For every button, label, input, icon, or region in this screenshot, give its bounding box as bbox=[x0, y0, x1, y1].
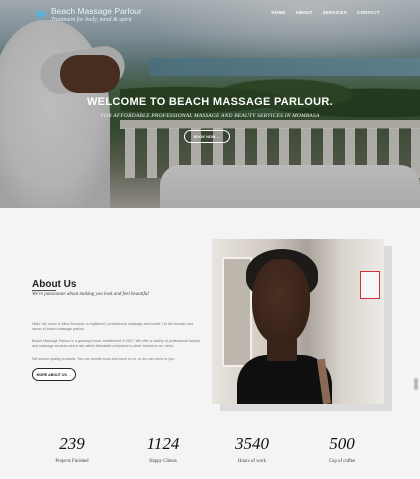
stat-label: Projects Finished bbox=[55, 459, 89, 464]
book-now-button[interactable]: BOOK NOW → bbox=[184, 130, 230, 143]
about-paragraph-2: Beach Massage Parlour is a growing brand… bbox=[32, 339, 200, 349]
stat-label: Cup of coffee bbox=[328, 459, 356, 464]
photo-sign bbox=[360, 271, 380, 299]
hero-section: Beach Massage Parlour Treatment for body… bbox=[0, 0, 420, 208]
stat-projects: 239 Projects Finished bbox=[32, 434, 112, 465]
nav-contact[interactable]: CONTACT bbox=[357, 10, 380, 15]
more-about-us-button[interactable]: MORE ABOUT US → bbox=[32, 368, 76, 381]
about-paragraph-1: Hello. My name is Alice Kemunto, a regis… bbox=[32, 322, 194, 332]
nav-about[interactable]: ABOUT bbox=[296, 10, 313, 15]
about-title: About Us bbox=[32, 279, 77, 290]
hero-subtitle: FOR AFFORDABLE PROFESSIONAL MASSAGE AND … bbox=[100, 113, 320, 119]
stat-value: 500 bbox=[329, 434, 355, 453]
stat-hours: 3540 Hours of work bbox=[212, 434, 292, 465]
site-logo[interactable]: Beach Massage Parlour Treatment for body… bbox=[34, 6, 142, 23]
logo-title: Beach Massage Parlour bbox=[51, 6, 142, 16]
about-subtitle: We're passionate about making you look a… bbox=[32, 292, 149, 297]
nav-services[interactable]: SERVICES bbox=[323, 10, 347, 15]
stat-value: 1124 bbox=[146, 434, 180, 453]
photo-face bbox=[252, 259, 310, 345]
logo-text: Beach Massage Parlour Treatment for body… bbox=[51, 6, 142, 23]
scrollbar-thumb[interactable] bbox=[414, 378, 418, 390]
owner-photo bbox=[212, 239, 384, 404]
about-divider bbox=[32, 290, 56, 291]
stat-coffee: 500 Cup of coffee bbox=[302, 434, 382, 465]
hero-title: WELCOME TO BEACH MASSAGE PARLOUR. bbox=[87, 96, 333, 108]
stat-label: Happy Clients bbox=[149, 459, 177, 464]
nav-home[interactable]: HOME bbox=[271, 10, 285, 15]
stat-value: 239 bbox=[59, 434, 85, 453]
stat-value: 3540 bbox=[235, 434, 269, 453]
stat-clients: 1124 Happy Clients bbox=[123, 434, 203, 465]
stat-label: Hours of work bbox=[238, 459, 266, 464]
logo-tagline: Treatment for body, mind & spirit bbox=[51, 17, 132, 23]
about-paragraph-3: We source quality products. You can deci… bbox=[32, 357, 176, 361]
main-nav: HOME ABOUT SERVICES CONTACT bbox=[271, 10, 380, 15]
lotus-icon bbox=[35, 9, 47, 20]
